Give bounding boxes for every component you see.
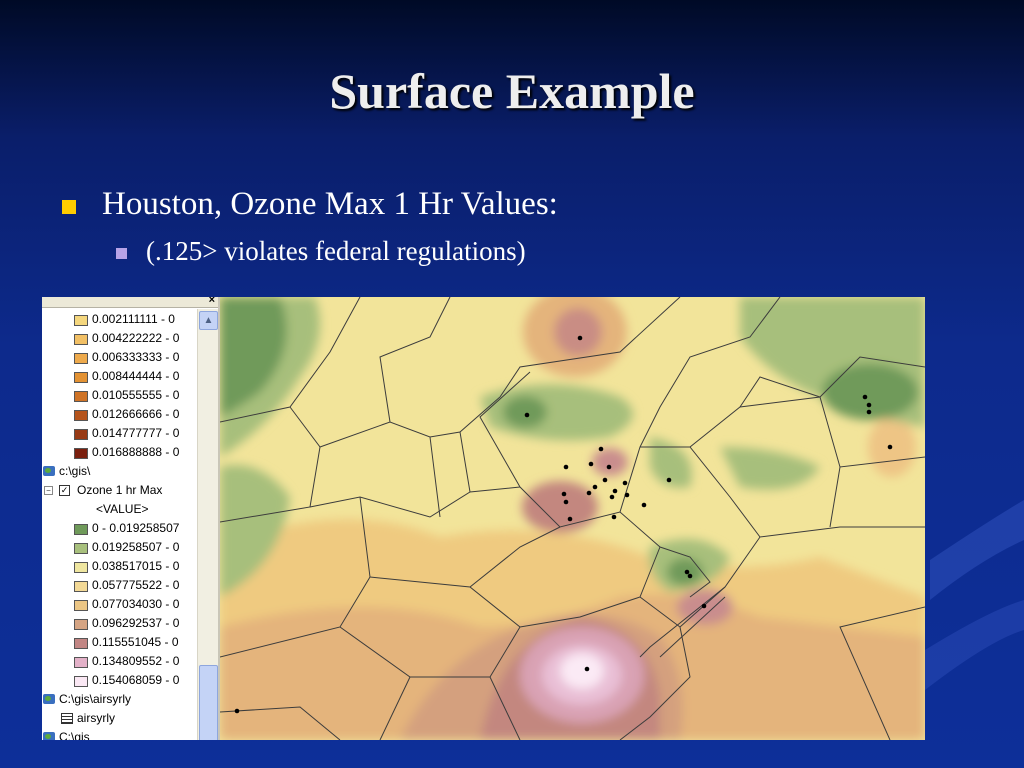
data-frame-icon: [43, 694, 55, 704]
legend-label: 0 - 0.019258507: [92, 521, 180, 535]
legend-swatch: [74, 334, 88, 345]
legend-swatch: [74, 600, 88, 611]
folder-row[interactable]: C:\gis: [42, 728, 198, 740]
folder-label: C:\gis: [59, 730, 90, 740]
layer-label: Ozone 1 hr Max: [77, 483, 163, 497]
map-canvas: [220, 297, 925, 740]
legend-label: 0.115551045 - 0: [92, 635, 179, 649]
legend-row: 0.077034030 - 0: [42, 595, 198, 614]
field-row: <VALUE>: [42, 500, 198, 519]
toc-scrollbar[interactable]: ▲: [197, 309, 218, 740]
layer-row[interactable]: − ✓ Ozone 1 hr Max: [42, 481, 198, 500]
legend-label: 0.077034030 - 0: [92, 597, 180, 611]
legend-swatch: [74, 410, 88, 421]
folder-row[interactable]: c:\gis\: [42, 462, 198, 481]
folder-label: C:\gis\airsyrly: [59, 692, 132, 706]
legend-label: 0.010555555 - 0: [92, 388, 180, 402]
legend-swatch: [74, 657, 88, 668]
legend-swatch: [74, 619, 88, 630]
sub-bullet-text: (.125> violates federal regulations): [146, 236, 526, 266]
legend-row: 0.115551045 - 0: [42, 633, 198, 652]
legend-label: 0.154068059 - 0: [92, 673, 180, 687]
legend-row: 0.134809552 - 0: [42, 652, 198, 671]
legend-label: 0.006333333 - 0: [92, 350, 180, 364]
bullet-text: Houston, Ozone Max 1 Hr Values:: [102, 186, 558, 222]
table-label: airsyrly: [77, 711, 115, 725]
legend-label: 0.096292537 - 0: [92, 616, 180, 630]
legend-row: 0.019258507 - 0: [42, 538, 198, 557]
data-frame-icon: [43, 732, 55, 740]
folder-label: c:\gis\: [59, 464, 91, 478]
legend-row: 0.038517015 - 0: [42, 557, 198, 576]
toc-title-bar: ×: [42, 297, 218, 308]
legend-swatch: [74, 524, 88, 535]
data-frame-icon: [43, 466, 55, 476]
legend-label: 0.038517015 - 0: [92, 559, 180, 573]
scroll-thumb[interactable]: [199, 665, 218, 740]
legend-swatch: [74, 581, 88, 592]
legend-swatch: [74, 372, 88, 383]
legend-label: 0.008444444 - 0: [92, 369, 180, 383]
legend-row: 0 - 0.019258507: [42, 519, 198, 538]
table-of-contents-panel: × ▲ 0.002111111 - 0 0.004222222 - 0 0.00…: [42, 297, 220, 740]
legend-swatch: [74, 448, 88, 459]
collapse-icon[interactable]: −: [44, 486, 53, 495]
legend-label: 0.016888888 - 0: [92, 445, 180, 459]
legend-label: 0.057775522 - 0: [92, 578, 180, 592]
legend-row: 0.006333333 - 0: [42, 348, 198, 367]
legend-swatch: [74, 391, 88, 402]
legend-row: 0.008444444 - 0: [42, 367, 198, 386]
legend-row: 0.002111111 - 0: [42, 310, 198, 329]
legend-swatch: [74, 315, 88, 326]
legend-label: 0.004222222 - 0: [92, 331, 180, 345]
legend-swatch: [74, 562, 88, 573]
legend-label: 0.014777777 - 0: [92, 426, 180, 440]
sub-bullet-square-icon: [116, 248, 127, 259]
legend-row: 0.154068059 - 0: [42, 671, 198, 690]
legend-label: 0.012666666 - 0: [92, 407, 180, 421]
legend-row: 0.004222222 - 0: [42, 329, 198, 348]
legend-swatch: [74, 676, 88, 687]
legend-row: 0.057775522 - 0: [42, 576, 198, 595]
layer-visibility-checkbox[interactable]: ✓: [59, 485, 70, 496]
field-label: <VALUE>: [96, 502, 149, 516]
table-icon: [61, 713, 73, 724]
legend-label: 0.134809552 - 0: [92, 654, 180, 668]
legend-swatch: [74, 353, 88, 364]
legend-row: 0.012666666 - 0: [42, 405, 198, 424]
slide-title: Surface Example: [329, 63, 695, 119]
legend-row: 0.016888888 - 0: [42, 443, 198, 462]
scroll-up-icon[interactable]: ▲: [199, 311, 218, 330]
ozone-surface-map[interactable]: [220, 297, 925, 740]
close-icon[interactable]: ×: [209, 297, 215, 306]
toc-layer-list: 0.002111111 - 0 0.004222222 - 0 0.006333…: [42, 310, 198, 740]
legend-label: 0.002111111 - 0: [92, 312, 175, 326]
legend-row: 0.010555555 - 0: [42, 386, 198, 405]
legend-swatch: [74, 543, 88, 554]
folder-row[interactable]: C:\gis\airsyrly: [42, 690, 198, 709]
table-row[interactable]: airsyrly: [42, 709, 198, 728]
legend-swatch: [74, 638, 88, 649]
legend-row: 0.014777777 - 0: [42, 424, 198, 443]
legend-swatch: [74, 429, 88, 440]
bullet-square-icon: [62, 200, 76, 214]
legend-row: 0.096292537 - 0: [42, 614, 198, 633]
legend-label: 0.019258507 - 0: [92, 540, 180, 554]
